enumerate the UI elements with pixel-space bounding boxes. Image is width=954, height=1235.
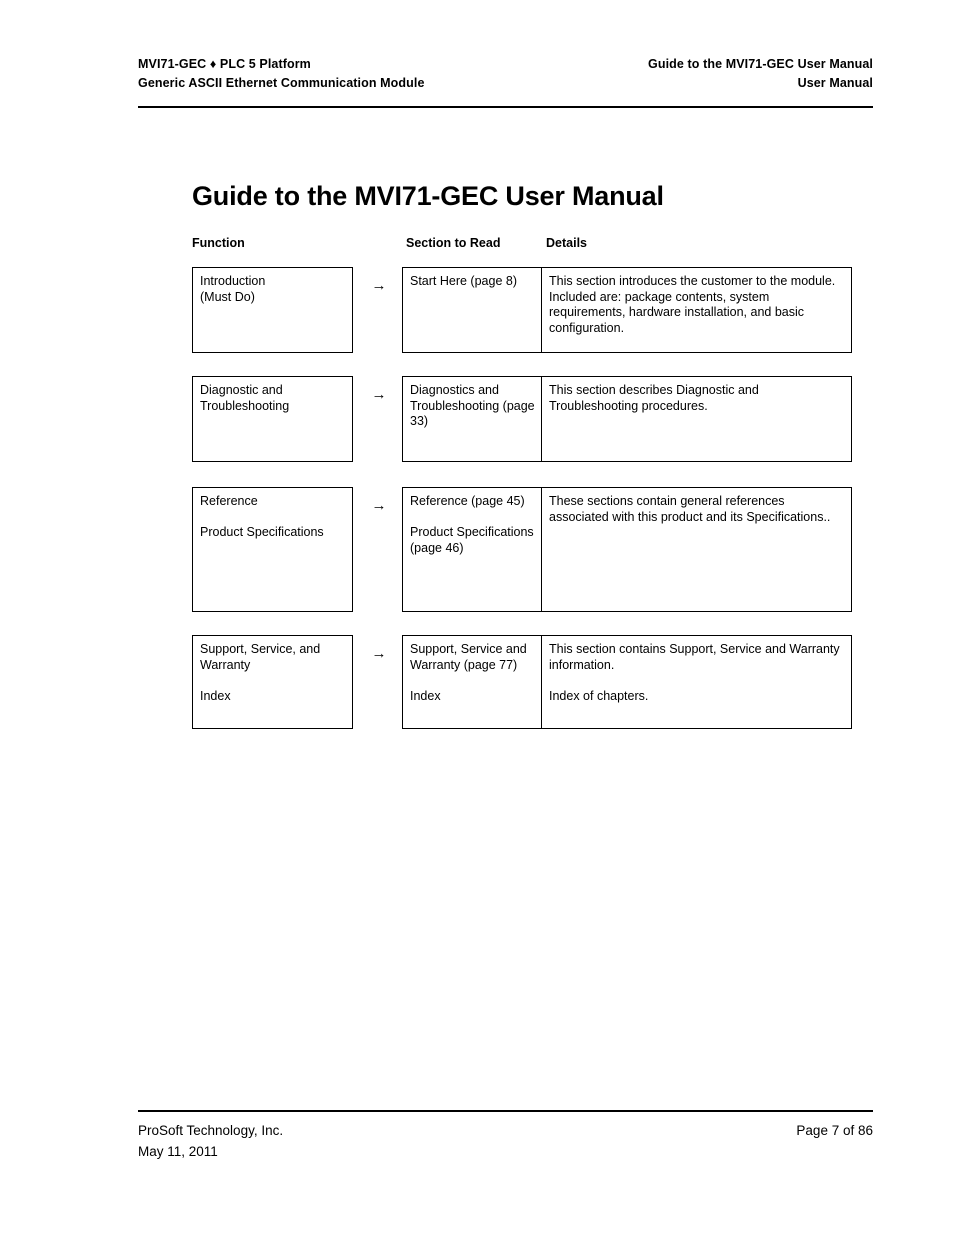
details-cell-line1: This section describes Diagnostic and Tr… bbox=[549, 383, 759, 413]
section-details-group: Reference (page 45) Product Specificatio… bbox=[402, 487, 852, 612]
flow-arrow-icon: → bbox=[371, 276, 387, 294]
page-header: MVI71-GEC ♦ PLC 5 Platform Generic ASCII… bbox=[138, 55, 873, 93]
details-cell: This section describes Diagnostic and Tr… bbox=[542, 377, 851, 461]
details-cell-line1: This section introduces the customer to … bbox=[549, 274, 836, 335]
column-header-function: Function bbox=[192, 236, 245, 250]
function-cell-line2: (Must Do) bbox=[200, 289, 255, 304]
page-footer: ProSoft Technology, Inc. May 11, 2011 Pa… bbox=[138, 1120, 873, 1162]
column-header-details: Details bbox=[546, 236, 587, 250]
section-details-group: Diagnostics and Troubleshooting (page 33… bbox=[402, 376, 852, 462]
function-cell: Diagnostic and Troubleshooting bbox=[192, 376, 353, 462]
footer-date: May 11, 2011 bbox=[138, 1144, 218, 1159]
header-divider-rule bbox=[138, 106, 873, 108]
section-cell-line1: Reference (page 45) bbox=[410, 494, 525, 508]
section-cell-line1: Diagnostics and Troubleshooting (page 33… bbox=[410, 383, 535, 428]
header-left-line2: Generic ASCII Ethernet Communication Mod… bbox=[138, 76, 425, 90]
footer-right: Page 7 of 86 bbox=[796, 1120, 873, 1141]
section-details-group: Start Here (page 8) This section introdu… bbox=[402, 267, 852, 353]
header-right-line1: Guide to the MVI71-GEC User Manual bbox=[648, 57, 873, 71]
guide-flow-table: Introduction (Must Do) → Start Here (pag… bbox=[192, 267, 852, 729]
details-cell-line1: This section contains Support, Service a… bbox=[549, 642, 840, 672]
section-to-read-cell: Diagnostics and Troubleshooting (page 33… bbox=[403, 377, 542, 461]
cell-spacer bbox=[410, 510, 535, 526]
footer-left: ProSoft Technology, Inc. May 11, 2011 bbox=[138, 1120, 283, 1162]
footer-page-number: Page 7 of 86 bbox=[796, 1123, 873, 1138]
function-cell: Reference Product Specifications bbox=[192, 487, 353, 612]
function-cell: Support, Service, and Warranty Index bbox=[192, 635, 353, 729]
function-cell-line1: Reference bbox=[200, 494, 258, 508]
footer-company: ProSoft Technology, Inc. bbox=[138, 1123, 284, 1138]
details-cell: These sections contain general reference… bbox=[542, 488, 851, 611]
function-cell-line2: Product Specifications bbox=[200, 525, 324, 539]
table-column-headers: Function Section to Read Details bbox=[192, 236, 852, 252]
table-row: Introduction (Must Do) → Start Here (pag… bbox=[192, 267, 852, 353]
section-cell-line2: Index bbox=[410, 688, 441, 703]
section-cell-line1: Support, Service and Warranty (page 77) bbox=[410, 642, 527, 672]
cell-spacer bbox=[200, 510, 345, 526]
column-header-section-to-read: Section to Read bbox=[406, 236, 501, 250]
section-cell-line1: Start Here (page 8) bbox=[410, 274, 517, 288]
function-cell: Introduction (Must Do) bbox=[192, 267, 353, 353]
flow-arrow-icon: → bbox=[371, 385, 387, 403]
details-cell-line2: Index of chapters. bbox=[549, 688, 649, 703]
function-cell-line1: Support, Service, and Warranty bbox=[200, 642, 321, 672]
cell-spacer bbox=[200, 673, 345, 689]
table-row: Support, Service, and Warranty Index → S… bbox=[192, 635, 852, 729]
document-page: MVI71-GEC ♦ PLC 5 Platform Generic ASCII… bbox=[0, 0, 954, 1235]
page-title: Guide to the MVI71-GEC User Manual bbox=[192, 181, 664, 212]
header-left-line1: MVI71-GEC ♦ PLC 5 Platform bbox=[138, 57, 311, 71]
details-cell-line1: These sections contain general reference… bbox=[549, 494, 831, 524]
footer-divider-rule bbox=[138, 1110, 873, 1112]
table-row: Diagnostic and Troubleshooting → Diagnos… bbox=[192, 376, 852, 462]
section-to-read-cell: Reference (page 45) Product Specificatio… bbox=[403, 488, 542, 611]
table-row: Reference Product Specifications → Refer… bbox=[192, 487, 852, 612]
section-to-read-cell: Start Here (page 8) bbox=[403, 268, 542, 352]
details-cell: This section contains Support, Service a… bbox=[542, 636, 851, 728]
header-left: MVI71-GEC ♦ PLC 5 Platform Generic ASCII… bbox=[138, 55, 425, 93]
header-right: Guide to the MVI71-GEC User Manual User … bbox=[648, 55, 873, 93]
cell-spacer bbox=[549, 673, 843, 689]
details-cell: This section introduces the customer to … bbox=[542, 268, 851, 352]
function-cell-line2: Index bbox=[200, 688, 231, 703]
section-details-group: Support, Service and Warranty (page 77) … bbox=[402, 635, 852, 729]
section-cell-line2: Product Specifications (page 46) bbox=[410, 525, 534, 555]
function-cell-line1: Diagnostic and Troubleshooting bbox=[200, 383, 290, 413]
flow-arrow-icon: → bbox=[371, 496, 387, 514]
function-cell-line1: Introduction bbox=[200, 274, 266, 288]
section-to-read-cell: Support, Service and Warranty (page 77) … bbox=[403, 636, 542, 728]
header-right-line2: User Manual bbox=[797, 76, 873, 90]
flow-arrow-icon: → bbox=[371, 644, 387, 662]
cell-spacer bbox=[410, 673, 535, 689]
